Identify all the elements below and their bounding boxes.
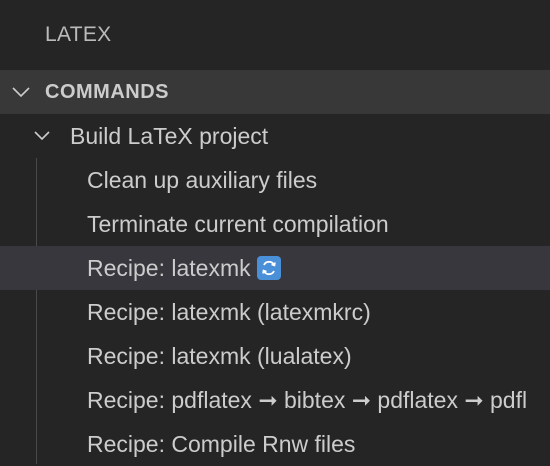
panel-title: LATEX bbox=[0, 0, 550, 70]
tree-item-recipe-latexmk-lualatex[interactable]: Recipe: latexmk (lualatex) bbox=[0, 334, 550, 378]
tree-item-label-wrap: Recipe: latexmk bbox=[87, 255, 281, 282]
tree-item-recipe-latexmk[interactable]: Recipe: latexmk bbox=[0, 246, 550, 290]
tree-item-label: Recipe: latexmk (lualatex) bbox=[87, 342, 352, 369]
tree-item-recipe-pdflatex-bibtex[interactable]: Recipe: pdflatex ➞ bibtex ➞ pdflatex ➞ p… bbox=[0, 378, 550, 422]
tree-item-label: Recipe: latexmk (latexmkrc) bbox=[87, 298, 371, 325]
tree-item-label: Recipe: Compile Rnw files bbox=[87, 430, 356, 457]
refresh-icon bbox=[256, 256, 281, 280]
tree-item-terminate[interactable]: Terminate current compilation bbox=[0, 202, 550, 246]
tree-item-recipe-compile-rnw[interactable]: Recipe: Compile Rnw files bbox=[0, 422, 550, 466]
tree-item-clean-up[interactable]: Clean up auxiliary files bbox=[0, 158, 550, 202]
commands-tree: Build LaTeX project Clean up auxiliary f… bbox=[0, 114, 550, 466]
tree-item-build-latex-project[interactable]: Build LaTeX project bbox=[0, 114, 550, 158]
tree-item-recipe-latexmk-latexmkrc[interactable]: Recipe: latexmk (latexmkrc) bbox=[0, 290, 550, 334]
chevron-down-icon bbox=[34, 131, 50, 141]
section-header-label: COMMANDS bbox=[45, 80, 169, 103]
tree-item-label: Build LaTeX project bbox=[70, 122, 269, 149]
tree-item-label: Recipe: pdflatex ➞ bibtex ➞ pdflatex ➞ p… bbox=[87, 386, 527, 413]
panel-title-text: LATEX bbox=[45, 23, 112, 46]
tree-item-label: Recipe: latexmk bbox=[87, 254, 251, 281]
section-header-commands[interactable]: COMMANDS bbox=[0, 70, 550, 114]
tree-item-label: Terminate current compilation bbox=[87, 210, 389, 237]
chevron-down-icon bbox=[12, 87, 30, 98]
tree-item-label: Clean up auxiliary files bbox=[87, 166, 318, 193]
